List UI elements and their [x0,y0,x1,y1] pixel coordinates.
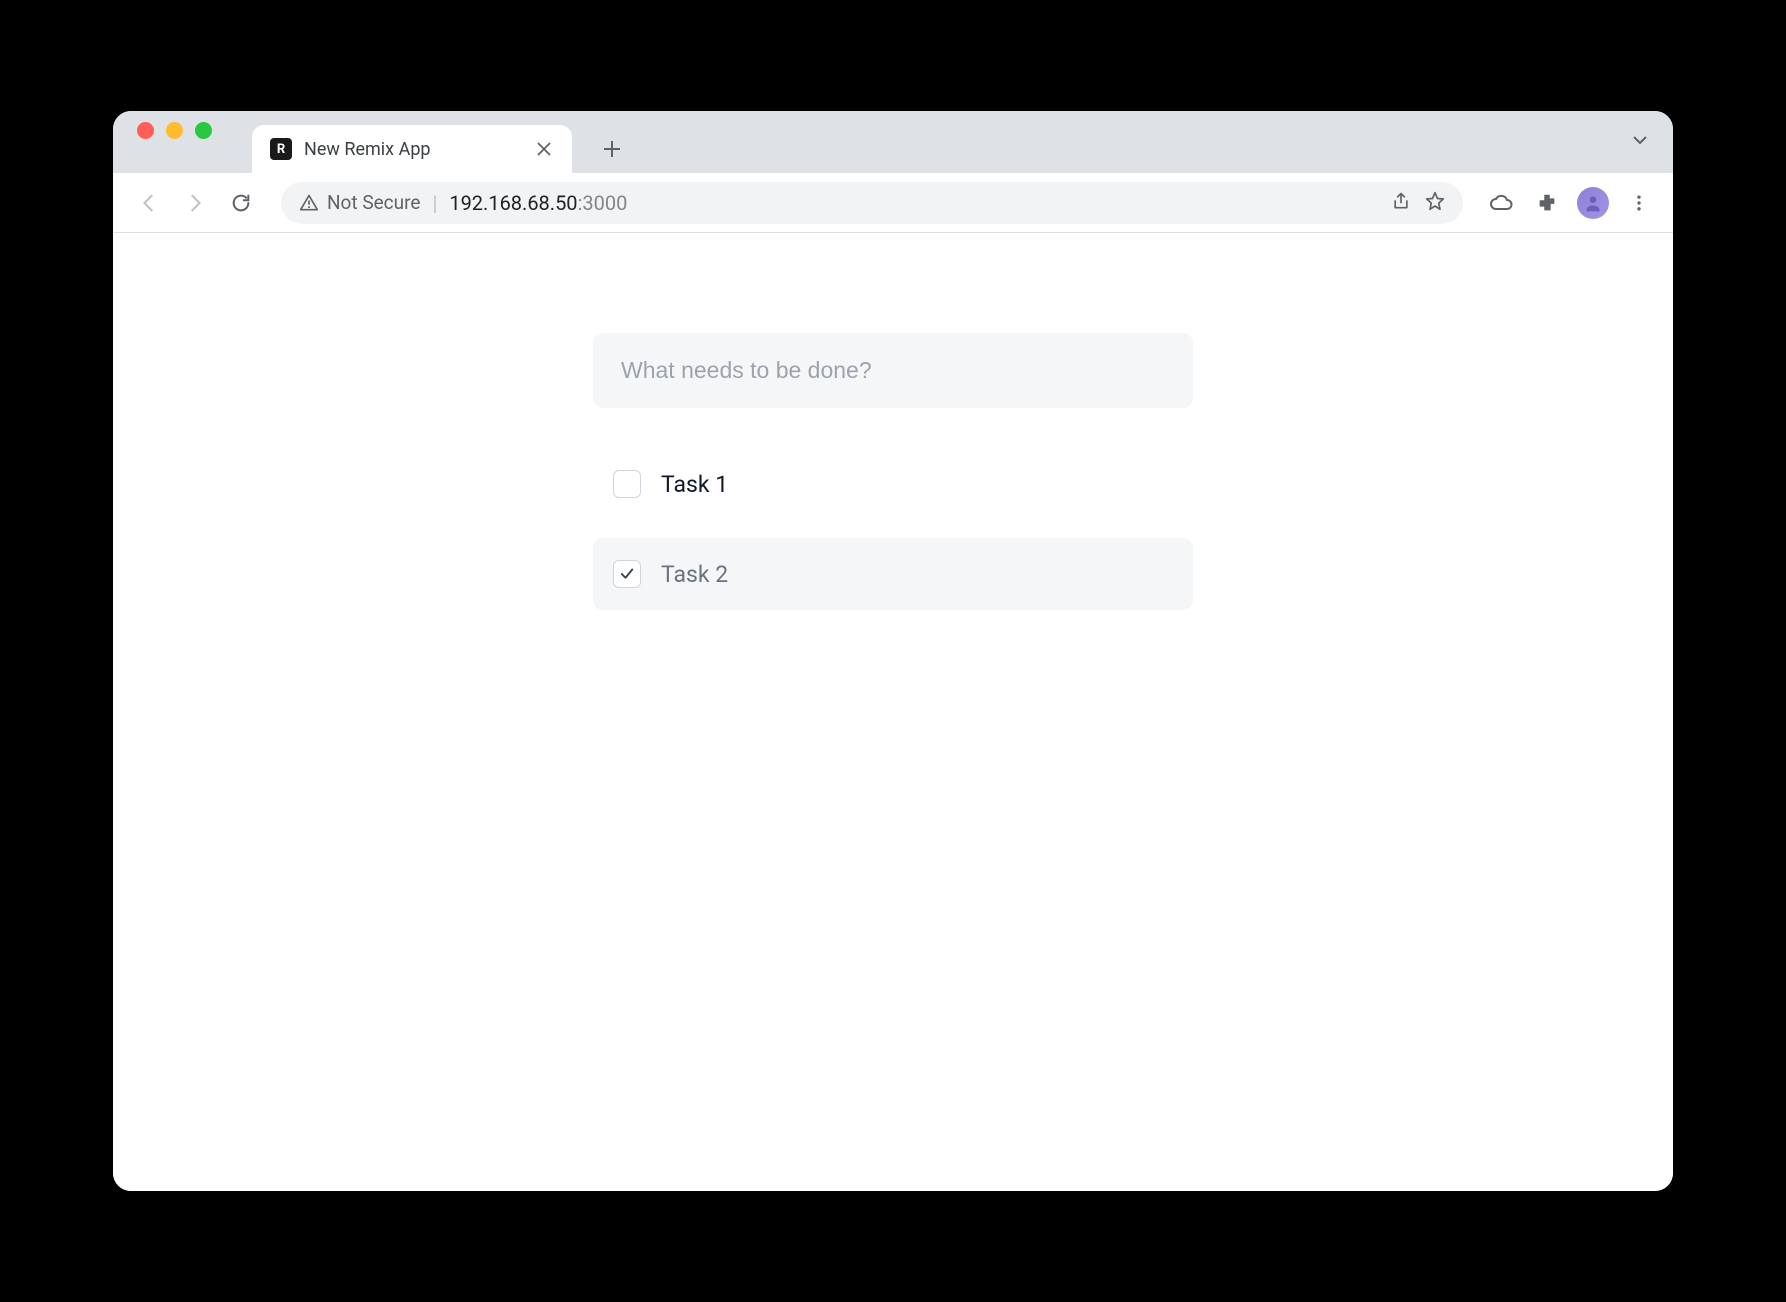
todo-checkbox[interactable] [613,470,641,498]
security-text: Not Secure [327,191,420,214]
content-area: Task 1 Task 2 [113,233,1673,1191]
todo-app: Task 1 Task 2 [593,333,1193,610]
todo-item: Task 1 [593,448,1193,520]
tab-title: New Remix App [304,139,522,160]
close-icon[interactable] [534,139,554,159]
todo-list: Task 1 Task 2 [593,448,1193,610]
back-button[interactable] [131,185,167,221]
traffic-lights [137,111,212,173]
chevron-down-icon[interactable] [1631,131,1649,153]
todo-label: Task 2 [661,561,728,588]
toolbar-actions [1485,187,1655,219]
browser-toolbar: Not Secure | 192.168.68.50:3000 [113,173,1673,233]
warning-icon [299,193,319,213]
browser-window: R New Remix App Not Secure [113,111,1673,1191]
extensions-icon[interactable] [1531,187,1563,219]
window-close-icon[interactable] [137,122,154,139]
menu-icon[interactable] [1623,187,1655,219]
star-icon[interactable] [1425,191,1445,215]
browser-tab[interactable]: R New Remix App [252,125,572,173]
new-tab-button[interactable] [592,129,632,169]
tab-bar: R New Remix App [113,111,1673,173]
url-text: 192.168.68.50:3000 [449,191,627,215]
todo-item: Task 2 [593,538,1193,610]
url-host: 192.168.68.50 [449,191,577,215]
forward-button[interactable] [177,185,213,221]
url-port: :3000 [578,191,628,215]
window-minimize-icon[interactable] [166,122,183,139]
share-icon[interactable] [1391,191,1411,215]
reload-button[interactable] [223,185,259,221]
window-maximize-icon[interactable] [195,122,212,139]
todo-checkbox[interactable] [613,560,641,588]
tab-favicon-icon: R [270,138,292,160]
divider: | [432,191,437,215]
cloud-icon[interactable] [1485,187,1517,219]
security-indicator[interactable]: Not Secure [299,191,420,214]
todo-label: Task 1 [661,471,728,498]
address-bar[interactable]: Not Secure | 192.168.68.50:3000 [281,182,1463,224]
avatar[interactable] [1577,187,1609,219]
todo-input[interactable] [593,333,1193,408]
